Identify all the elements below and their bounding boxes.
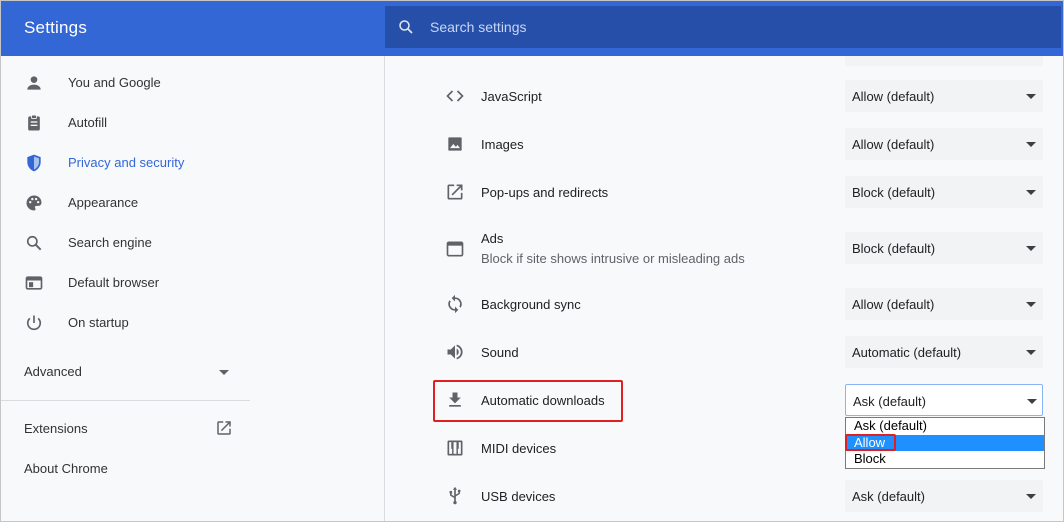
select-value: Ask (default) xyxy=(853,394,926,409)
search-input[interactable] xyxy=(430,6,1010,48)
sidebar-item-label: Appearance xyxy=(68,195,139,210)
header-title-bar: Settings xyxy=(0,0,385,56)
search-icon xyxy=(26,235,42,251)
clipboard-icon xyxy=(28,114,40,131)
sidebar-item-on-startup[interactable]: On startup xyxy=(0,303,384,343)
automatic-downloads-dropdown-list: Ask (default) Allow Block xyxy=(845,417,1045,469)
code-icon xyxy=(446,90,464,102)
about-chrome-link[interactable]: About Chrome xyxy=(0,450,250,486)
open-in-new-icon xyxy=(447,184,463,200)
permission-row-ads: Ads Block if site shows intrusive or mis… xyxy=(385,224,1064,272)
search-box[interactable] xyxy=(385,6,1061,48)
sidebar-item-label: Autofill xyxy=(68,115,108,130)
search-icon xyxy=(399,20,413,34)
caret-down-icon xyxy=(1026,350,1036,355)
caret-down-icon xyxy=(1027,399,1037,404)
caret-down-icon xyxy=(1026,142,1036,147)
permission-title: Automatic downloads xyxy=(481,393,605,408)
permission-row-usb-devices: USB devices Ask (default) xyxy=(385,480,1064,512)
advanced-section-toggle[interactable]: Advanced xyxy=(0,352,250,392)
app-title: Settings xyxy=(24,18,88,37)
permission-row-popups: Pop-ups and redirects Block (default) xyxy=(385,176,1064,208)
sidebar-item-appearance[interactable]: Appearance xyxy=(0,183,384,223)
sidebar-item-default-browser[interactable]: Default browser xyxy=(0,263,384,303)
sidebar-item-autofill[interactable]: Autofill xyxy=(0,103,384,143)
permission-title: Ads xyxy=(481,231,504,246)
automatic-downloads-select[interactable]: Ask (default) xyxy=(845,384,1043,416)
select-value: Allow (default) xyxy=(852,137,935,152)
sidebar-divider xyxy=(0,400,250,401)
sidebar-item-privacy-and-security[interactable]: Privacy and security xyxy=(0,143,384,183)
caret-down-icon xyxy=(1026,94,1036,99)
dropdown-option-allow[interactable]: Allow xyxy=(846,435,1044,451)
open-in-new-icon xyxy=(217,421,231,435)
palette-icon xyxy=(26,195,42,211)
select-value: Block (default) xyxy=(852,241,936,256)
sidebar-item-label: On startup xyxy=(68,315,129,330)
permission-select-partial[interactable] xyxy=(845,56,1043,66)
sidebar-item-search-engine[interactable]: Search engine xyxy=(0,223,384,263)
permission-title: Pop-ups and redirects xyxy=(481,185,609,200)
permission-title: USB devices xyxy=(481,489,556,504)
download-icon xyxy=(449,392,461,407)
permission-title: JavaScript xyxy=(481,89,542,104)
dropdown-option-ask[interactable]: Ask (default) xyxy=(846,418,1044,434)
caret-down-icon xyxy=(1026,302,1036,307)
popups-select[interactable]: Block (default) xyxy=(845,176,1043,208)
extensions-link[interactable]: Extensions xyxy=(0,410,250,446)
sidebar-item-you-and-google[interactable]: You and Google xyxy=(0,63,384,103)
permission-title: Background sync xyxy=(481,297,581,312)
sidebar-item-label: You and Google xyxy=(68,75,161,90)
usb-devices-select[interactable]: Ask (default) xyxy=(845,480,1043,512)
caret-down-icon xyxy=(1026,190,1036,195)
sound-select[interactable]: Automatic (default) xyxy=(845,336,1043,368)
permission-row-images: Images Allow (default) xyxy=(385,128,1064,160)
sidebar-item-label: Search engine xyxy=(68,235,152,250)
permission-subtitle: Block if site shows intrusive or mislead… xyxy=(481,251,745,266)
usb-icon xyxy=(449,486,461,505)
caret-down-icon xyxy=(1026,246,1036,251)
permission-title: Images xyxy=(481,137,524,152)
permission-row-background-sync: Background sync Allow (default) xyxy=(385,288,1064,320)
images-select[interactable]: Allow (default) xyxy=(845,128,1043,160)
advanced-label: Advanced xyxy=(24,364,82,379)
person-icon xyxy=(27,76,41,90)
about-chrome-label: About Chrome xyxy=(24,461,108,476)
permission-title: MIDI devices xyxy=(481,441,557,456)
select-value: Automatic (default) xyxy=(852,345,962,360)
image-icon xyxy=(448,137,462,151)
speaker-icon xyxy=(447,344,463,360)
power-icon xyxy=(26,315,42,331)
select-value: Ask (default) xyxy=(852,489,925,504)
select-value: Allow (default) xyxy=(852,89,935,104)
ads-select[interactable]: Block (default) xyxy=(845,232,1043,264)
dropdown-option-block[interactable]: Block xyxy=(846,451,1044,467)
sidebar-item-label: Privacy and security xyxy=(68,155,185,170)
caret-down-icon xyxy=(1026,494,1036,499)
shield-icon xyxy=(27,154,41,172)
ads-window-icon xyxy=(446,241,464,257)
select-value: Allow (default) xyxy=(852,297,935,312)
browser-window-icon xyxy=(25,276,43,290)
select-value: Block (default) xyxy=(852,185,936,200)
permission-row-sound: Sound Automatic (default) xyxy=(385,336,1064,368)
background-sync-select[interactable]: Allow (default) xyxy=(845,288,1043,320)
caret-down-icon xyxy=(219,370,229,375)
extensions-label: Extensions xyxy=(24,421,88,436)
javascript-select[interactable]: Allow (default) xyxy=(845,80,1043,112)
permission-row-automatic-downloads: Automatic downloads Ask (default) xyxy=(385,384,1064,416)
sync-icon xyxy=(448,294,462,314)
sidebar-item-label: Default browser xyxy=(68,275,160,290)
permission-row-javascript: JavaScript Allow (default) xyxy=(385,80,1064,112)
permission-title: Sound xyxy=(481,345,519,360)
piano-icon xyxy=(447,440,463,456)
